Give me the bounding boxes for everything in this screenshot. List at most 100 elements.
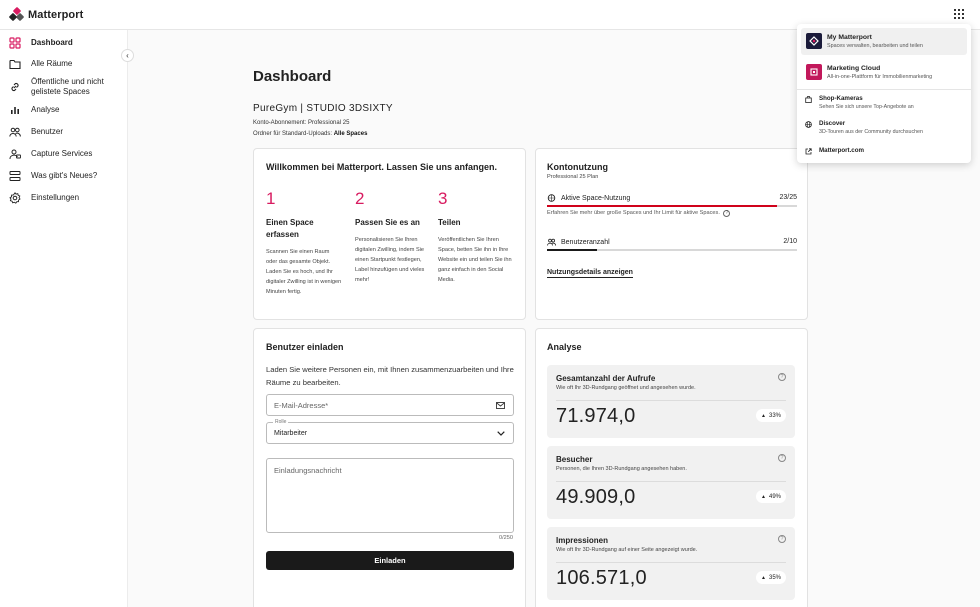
active-spaces-row: Aktive Space-Nutzung 23/25	[547, 194, 797, 202]
active-spaces-bar-fill	[547, 205, 777, 207]
menu-divider	[797, 89, 971, 90]
step-title: Teilen	[438, 218, 461, 227]
link-description: 3D-Touren aus der Community durchsuchen	[819, 129, 923, 135]
sidebar-item-label: Öffentliche und nicht gelistete Spaces	[31, 77, 104, 96]
step-description: Scannen Sie einen Raum oder das gesamte …	[266, 249, 342, 295]
metric-description: Wie oft Ihr 3D-Rundgang geöffnet und ang…	[556, 385, 696, 391]
help-icon[interactable]: ?	[778, 454, 786, 462]
active-spaces-bar	[547, 205, 797, 207]
apps-menu: My Matterport Spaces verwalten, bearbeit…	[797, 24, 971, 163]
sidebar-item-settings[interactable]: Einstellungen	[0, 192, 128, 204]
dashboard-icon	[9, 37, 21, 49]
metric-value: 106.571,0	[556, 567, 647, 589]
marketing-cloud-icon	[806, 64, 822, 80]
subscription-value: Professional 25	[308, 120, 350, 126]
active-hint-text: Erfahren Sie mehr über große Spaces und …	[547, 210, 720, 216]
help-icon[interactable]: ?	[723, 210, 731, 217]
metric-title: Besucher	[556, 455, 593, 464]
email-field[interactable]: E-Mail-Adresse*	[266, 394, 514, 416]
help-icon[interactable]: ?	[778, 535, 786, 543]
users-icon	[547, 238, 556, 246]
news-icon	[9, 170, 21, 182]
change-value: 49%	[768, 493, 781, 500]
globe-icon	[805, 121, 812, 128]
invite-message-field[interactable]: Einladungsnachricht	[266, 458, 514, 533]
sidebar-item-label: Dashboard	[31, 38, 73, 47]
account-name: PureGym | STUDIO 3DSIXTY	[253, 103, 393, 114]
role-label: Rolle	[273, 419, 289, 425]
space-usage-icon	[547, 194, 556, 202]
invite-title: Benutzer einladen	[266, 342, 344, 352]
divider	[556, 562, 786, 563]
divider	[556, 481, 786, 482]
sidebar-item-label: Was gibt's Neues?	[31, 171, 98, 180]
sidebar-item-whats-new[interactable]: Was gibt's Neues?	[0, 170, 128, 182]
sidebar-item-label: Einstellungen	[31, 193, 80, 202]
sidebar-item-analysis[interactable]: Analyse	[0, 104, 128, 116]
step-number: 2	[355, 189, 365, 208]
change-badge: ▲ 35%	[756, 571, 786, 584]
analysis-title: Analyse	[547, 342, 582, 352]
my-matterport-icon	[806, 33, 822, 49]
active-spaces-label: Aktive Space-Nutzung	[561, 194, 631, 202]
usage-card: Kontonutzung Professional 25 Plan Aktive…	[535, 148, 808, 320]
sidebar-item-label: Analyse	[31, 105, 60, 114]
sidebar-item-public-spaces[interactable]: Öffentliche und nicht gelistete Spaces	[0, 77, 128, 97]
link-name: Shop-Kameras	[819, 95, 863, 102]
sidebar-item-all-rooms[interactable]: Alle Räume	[0, 58, 128, 70]
sidebar-item-capture-services[interactable]: Capture Services	[0, 148, 128, 160]
link-description: Sehen Sie sich unsere Top-Angebote an	[819, 104, 914, 110]
matterport-logo[interactable]: Matterport	[8, 6, 83, 22]
metric-description: Wie oft Ihr 3D-Rundgang auf einer Seite …	[556, 547, 698, 553]
external-link-icon	[805, 148, 812, 155]
role-value: Mitarbeiter	[274, 430, 308, 437]
email-placeholder: E-Mail-Adresse*	[274, 401, 329, 410]
metric-title: Impressionen	[556, 536, 609, 545]
char-count: 0/250	[499, 535, 513, 541]
collapse-sidebar-button[interactable]: ‹	[121, 49, 134, 62]
link-shop-cameras[interactable]: Shop-Kameras Sehen Sie sich unsere Top-A…	[805, 95, 965, 113]
step-description: Personalisieren Sie Ihren digitalen Zwil…	[355, 237, 425, 283]
arrow-up-icon: ▲	[761, 412, 766, 419]
usage-details-link[interactable]: Nutzungsdetails anzeigen	[547, 269, 633, 278]
step-number: 1	[266, 189, 276, 208]
step-title: Passen Sie es an	[355, 218, 420, 227]
app-name: Marketing Cloud	[827, 65, 881, 72]
sidebar-item-label: Capture Services	[31, 149, 93, 158]
invite-button[interactable]: Einladen	[266, 551, 514, 570]
change-badge: ▲ 49%	[756, 490, 786, 503]
link-name: Discover	[819, 120, 846, 127]
sidebar-item-dashboard[interactable]: Dashboard	[0, 37, 128, 49]
sidebar-item-users[interactable]: Benutzer	[0, 126, 128, 138]
link-discover[interactable]: Discover 3D-Touren aus der Community dur…	[805, 120, 965, 138]
metric-total-views: Gesamtanzahl der Aufrufe Wie oft Ihr 3D-…	[547, 365, 795, 438]
app-marketing-cloud[interactable]: Marketing Cloud All-in-one-Plattform für…	[801, 59, 967, 86]
chevron-left-icon: ‹	[126, 51, 129, 60]
chevron-down-icon	[497, 431, 505, 436]
mail-icon	[496, 402, 505, 409]
link-matterport-com[interactable]: Matterport.com	[805, 147, 965, 156]
arrow-up-icon: ▲	[761, 574, 766, 581]
upload-folder-line: Ordner für Standard-Uploads: Alle Spaces	[253, 131, 367, 137]
step-3: 3 Teilen Veröffentlichen Sie Ihren Space…	[438, 189, 514, 285]
apps-grid-icon[interactable]	[954, 9, 964, 19]
users-icon	[9, 126, 21, 138]
divider	[556, 400, 786, 401]
metric-value: 71.974,0	[556, 405, 636, 427]
active-spaces-hint: Erfahren Sie mehr über große Spaces und …	[547, 210, 731, 217]
sidebar-item-label: Benutzer	[31, 127, 64, 136]
change-value: 33%	[768, 412, 781, 419]
step-title: Einen Space erfassen	[266, 218, 314, 239]
upload-folder-value[interactable]: Alle Spaces	[334, 131, 368, 137]
invite-card: Benutzer einladen Laden Sie weitere Pers…	[253, 328, 526, 607]
app-my-matterport[interactable]: My Matterport Spaces verwalten, bearbeit…	[801, 28, 967, 55]
step-number: 3	[438, 189, 448, 208]
upload-folder-label: Ordner für Standard-Uploads:	[253, 131, 333, 137]
step-2: 2 Passen Sie es an Personalisieren Sie I…	[355, 189, 431, 285]
help-icon[interactable]: ?	[778, 373, 786, 381]
role-select[interactable]: Rolle Mitarbeiter	[266, 419, 514, 444]
metric-impressions: Impressionen Wie oft Ihr 3D-Rundgang auf…	[547, 527, 795, 600]
bar-chart-icon	[9, 104, 21, 116]
subscription-line: Konto-Abonnement: Professional 25	[253, 120, 349, 126]
metric-title: Gesamtanzahl der Aufrufe	[556, 374, 656, 383]
